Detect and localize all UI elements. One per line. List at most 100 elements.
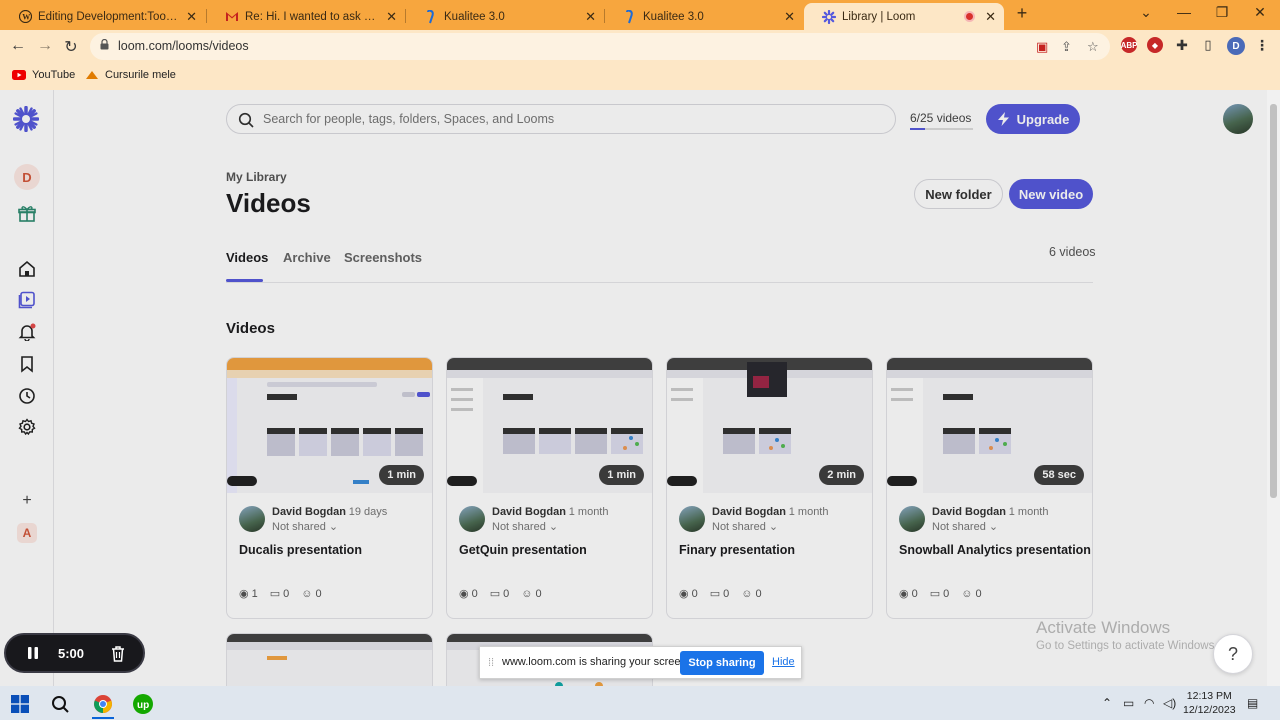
tab-screenshots[interactable]: Screenshots <box>344 250 422 265</box>
new-tab-icon[interactable]: + <box>1013 3 1031 24</box>
notifications-icon[interactable]: ▤ <box>1247 696 1258 710</box>
user-avatar[interactable] <box>1223 104 1253 134</box>
search-input[interactable]: Search for people, tags, folders, Spaces… <box>226 104 896 134</box>
upwork-icon[interactable]: up <box>133 694 153 714</box>
account-avatar[interactable]: A <box>17 523 37 543</box>
gift-icon[interactable] <box>17 204 37 224</box>
browser-tab-strip: W Editing Development:Tools/Tean ✕ Re: H… <box>0 0 1280 30</box>
window-close-icon[interactable]: ✕ <box>1250 4 1270 21</box>
browser-tab-3[interactable]: Kualitee 3.0 ✕ <box>406 3 604 30</box>
search-taskbar-icon[interactable] <box>50 694 70 714</box>
breadcrumb[interactable]: My Library <box>226 170 287 184</box>
notifications-bell-icon[interactable] <box>17 322 37 342</box>
upgrade-button[interactable]: Upgrade <box>986 104 1080 134</box>
comment-icon: ▭ <box>269 588 281 600</box>
tab-archive[interactable]: Archive <box>283 250 331 265</box>
loom-library-page: D + A Search for people, tags, folders, … <box>0 90 1267 686</box>
back-icon[interactable]: ← <box>9 37 27 55</box>
share-notice-text: www.loom.com is sharing your screen. <box>502 656 690 668</box>
video-thumbnail[interactable]: 2 min <box>667 358 872 493</box>
browser-tab-4[interactable]: Kualitee 3.0 ✕ <box>605 3 803 30</box>
settings-gear-icon[interactable] <box>17 417 37 437</box>
pause-icon[interactable] <box>26 646 40 660</box>
hide-link[interactable]: Hide <box>772 656 795 668</box>
tab-videos[interactable]: Videos <box>226 250 268 265</box>
close-icon[interactable]: ✕ <box>585 9 596 25</box>
browser-tab-2[interactable]: Re: Hi. I wanted to ask about the ✕ <box>207 3 405 30</box>
views-stat: ◉ 1 <box>239 587 258 601</box>
video-stats: ◉ 0 ▭ 0 ☺ 0 <box>459 587 542 601</box>
close-icon[interactable]: ✕ <box>386 9 397 25</box>
loom-logo-icon[interactable] <box>13 106 39 132</box>
library-icon[interactable] <box>17 290 37 310</box>
menu-kebab-icon[interactable]: ⋮ <box>1254 37 1270 53</box>
video-title[interactable]: Ducalis presentation <box>239 543 362 557</box>
bookmark-cursurile[interactable]: Cursurile mele <box>85 69 176 81</box>
forward-icon[interactable]: → <box>36 37 54 55</box>
volume-icon[interactable]: ◁) <box>1163 696 1176 710</box>
smiley-icon: ☺ <box>521 587 533 600</box>
profile-avatar[interactable]: D <box>1227 37 1245 55</box>
cast-icon[interactable]: ▣ <box>1036 39 1048 55</box>
side-panel-icon[interactable]: ▯ <box>1200 37 1216 53</box>
battery-icon[interactable]: ▭ <box>1123 696 1134 710</box>
bookmark-icon[interactable] <box>17 354 37 374</box>
share-status-dropdown[interactable]: Not shared ⌄ <box>932 520 998 533</box>
tab-search-icon[interactable]: ⌄ <box>1136 4 1156 21</box>
omnibox[interactable]: loom.com/looms/videos ▣ ⇪ ☆ <box>90 33 1110 60</box>
duration-badge: 1 min <box>599 465 644 485</box>
home-icon[interactable] <box>17 259 37 279</box>
history-clock-icon[interactable] <box>17 386 37 406</box>
chrome-icon[interactable] <box>93 694 113 714</box>
video-title[interactable]: GetQuin presentation <box>459 543 587 557</box>
stop-sharing-button[interactable]: Stop sharing <box>680 651 764 675</box>
workspace-avatar[interactable]: D <box>14 164 40 190</box>
video-card[interactable]: 1 min David Bogdan · 1 month Not shared … <box>446 357 653 619</box>
extension-shield-icon[interactable]: ◆ <box>1147 37 1163 53</box>
bookmark-label: YouTube <box>32 69 76 81</box>
bookmark-youtube[interactable]: YouTube <box>12 69 75 81</box>
video-title[interactable]: Finary presentation <box>679 543 795 557</box>
extensions-puzzle-icon[interactable]: ✚ <box>1174 37 1190 53</box>
scrollbar-thumb[interactable] <box>1270 104 1277 498</box>
wifi-icon[interactable]: ◠ <box>1144 696 1154 710</box>
maximize-icon[interactable]: ❐ <box>1212 4 1232 21</box>
author-avatar <box>679 506 705 532</box>
share-status-dropdown[interactable]: Not shared ⌄ <box>492 520 558 533</box>
add-workspace-button[interactable]: + <box>17 491 37 511</box>
upgrade-label: Upgrade <box>1016 111 1070 127</box>
video-card[interactable]: 2 min David Bogdan · 1 month Not shared … <box>666 357 873 619</box>
share-icon[interactable]: ⇪ <box>1061 39 1072 55</box>
drag-handle-icon[interactable]: ⁞⁞ <box>488 657 494 669</box>
close-icon[interactable]: ✕ <box>186 9 197 25</box>
browser-tab-1[interactable]: W Editing Development:Tools/Tean ✕ <box>0 3 205 30</box>
video-thumbnail[interactable]: 58 sec <box>887 358 1092 493</box>
adblock-plus-icon[interactable]: ABP <box>1121 37 1137 53</box>
video-card[interactable]: 1 min David Bogdan · 19 days Not shared … <box>226 357 433 619</box>
share-status-dropdown[interactable]: Not shared ⌄ <box>712 520 778 533</box>
minimize-icon[interactable]: — <box>1174 4 1194 20</box>
video-quota[interactable]: 6/25 videos <box>910 111 971 125</box>
video-title[interactable]: Snowball Analytics presentation <box>899 543 1091 557</box>
quota-progress-fill <box>910 128 926 130</box>
close-icon[interactable]: ✕ <box>985 9 996 25</box>
eye-icon: ◉ <box>459 588 469 600</box>
taskbar-clock[interactable]: 12:13 PM 12/12/2023 <box>1183 689 1236 717</box>
trash-icon[interactable] <box>110 645 126 662</box>
video-thumbnail[interactable]: 1 min <box>447 358 652 493</box>
new-folder-button[interactable]: New folder <box>914 179 1003 209</box>
share-status-dropdown[interactable]: Not shared ⌄ <box>272 520 338 533</box>
video-card[interactable]: 58 sec David Bogdan · 1 month Not shared… <box>886 357 1093 619</box>
page-scrollbar[interactable] <box>1267 90 1280 686</box>
video-card-partial[interactable] <box>226 633 433 686</box>
browser-tab-5-active[interactable]: Library | Loom ✕ <box>804 3 1004 30</box>
video-age: · 19 days <box>342 506 388 518</box>
reload-icon[interactable]: ↻ <box>62 37 80 57</box>
video-thumbnail[interactable]: 1 min <box>227 358 432 493</box>
bookmark-star-icon[interactable]: ☆ <box>1087 39 1099 55</box>
new-video-button[interactable]: New video <box>1009 179 1093 209</box>
close-icon[interactable]: ✕ <box>784 9 795 25</box>
windows-start-icon[interactable] <box>10 694 30 714</box>
tray-overflow-icon[interactable]: ⌃ <box>1102 696 1112 710</box>
help-button[interactable]: ? <box>1213 634 1253 674</box>
